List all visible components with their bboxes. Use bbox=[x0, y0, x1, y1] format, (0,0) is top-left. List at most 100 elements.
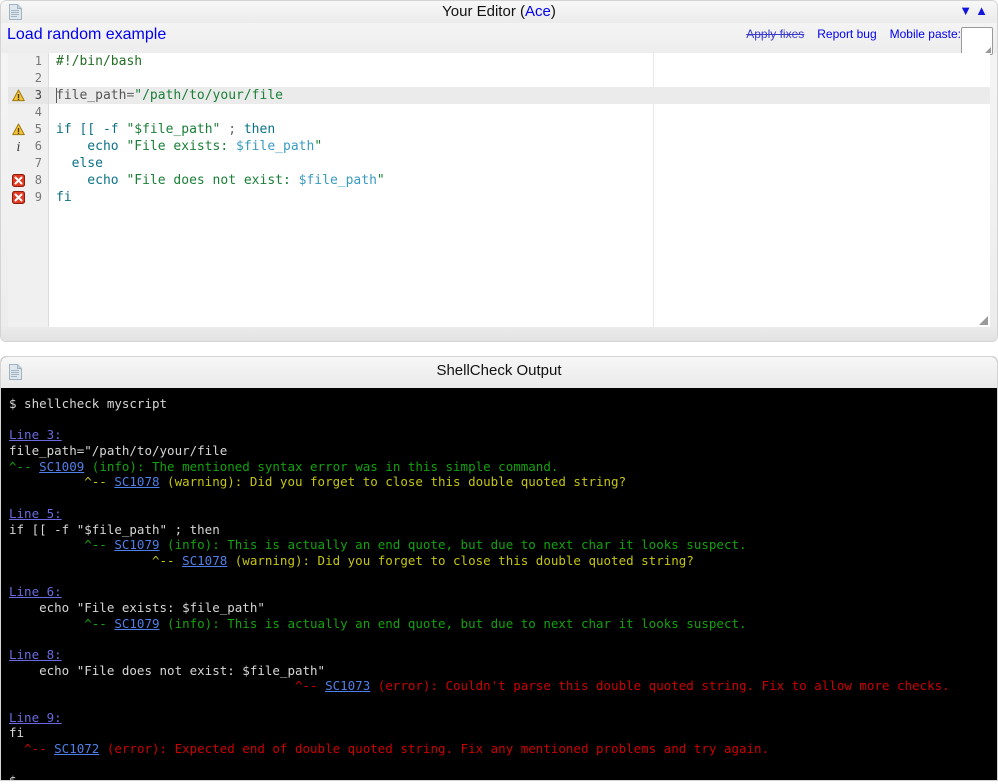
terminal-line bbox=[9, 757, 997, 773]
code-token: #!/bin/bash bbox=[56, 54, 142, 69]
shellcheck-code-link[interactable]: SC1078 bbox=[182, 553, 227, 568]
svg-text:i: i bbox=[17, 140, 21, 153]
panel-spacer bbox=[0, 342, 998, 356]
code-line[interactable] bbox=[49, 104, 990, 121]
window-controls: ▼▲ bbox=[959, 3, 991, 19]
terminal-line: file_path="/path/to/your/file bbox=[9, 443, 997, 459]
code-token: -f bbox=[103, 122, 126, 137]
warning-icon[interactable] bbox=[12, 89, 25, 102]
code-line[interactable]: echo "File exists: $file_path" bbox=[49, 138, 990, 155]
output-title: ShellCheck Output bbox=[1, 362, 997, 379]
terminal-line: Line 6: bbox=[9, 584, 997, 600]
terminal-text: fi bbox=[9, 725, 24, 740]
line-number: 8 bbox=[35, 173, 42, 187]
terminal-line: $ shellcheck myscript bbox=[9, 396, 997, 412]
ace-editor[interactable]: 12345▼i6789 #!/bin/bashfile_path="/path/… bbox=[8, 53, 990, 327]
editor-code-area[interactable]: #!/bin/bash file_path="/path/to/your/file… bbox=[49, 53, 990, 327]
terminal-text: echo "File does not exist: $file_path" bbox=[9, 663, 325, 678]
code-line[interactable]: echo "File does not exist: $file_path" bbox=[49, 172, 990, 189]
code-line[interactable]: #!/bin/bash bbox=[49, 53, 990, 70]
code-token: if bbox=[56, 122, 79, 137]
code-line[interactable]: file_path="/path/to/your/file bbox=[49, 87, 990, 104]
code-token: $file_path bbox=[236, 139, 314, 154]
code-line[interactable]: if [[ -f "$file_path" ; then bbox=[49, 121, 990, 138]
editor-resize-handle[interactable] bbox=[979, 316, 988, 325]
code-token: [[ bbox=[79, 122, 102, 137]
terminal-text: ^-- bbox=[9, 678, 325, 693]
editor-panel-footer bbox=[1, 327, 997, 341]
terminal-text: if [[ -f "$file_path" ; then bbox=[9, 522, 220, 537]
terminal-text: file_path="/path/to/your/file bbox=[9, 443, 227, 458]
code-line[interactable]: fi bbox=[49, 189, 990, 206]
shellcheck-code-link[interactable]: SC1009 bbox=[39, 459, 84, 474]
toolbar-right-group: Apply fixes Report bug Mobile paste: bbox=[746, 27, 993, 55]
terminal-text: ^-- bbox=[9, 553, 182, 568]
terminal-text: echo "File exists: $file_path" bbox=[9, 600, 265, 615]
code-line[interactable] bbox=[49, 70, 990, 87]
code-token: fi bbox=[56, 190, 72, 205]
output-panel: ShellCheck Output $ shellcheck myscript L… bbox=[0, 356, 998, 781]
code-token: $file_path bbox=[299, 173, 377, 188]
line-number: 2 bbox=[35, 71, 42, 85]
info-icon[interactable]: i bbox=[12, 140, 25, 153]
terminal-line bbox=[9, 694, 997, 710]
code-token: file_path bbox=[56, 88, 126, 103]
gutter-row[interactable]: 9 bbox=[8, 189, 48, 206]
error-icon[interactable] bbox=[12, 191, 25, 204]
shellcheck-code-link[interactable]: SC1079 bbox=[114, 616, 159, 631]
terminal-line: ^-- SC1072 (error): Expected end of doub… bbox=[9, 741, 997, 757]
terminal-text: (warning): Did you forget to close this … bbox=[227, 553, 694, 568]
gutter-row[interactable]: 8 bbox=[8, 172, 48, 189]
terminal-line bbox=[9, 569, 997, 585]
gutter-row[interactable]: 1 bbox=[8, 53, 48, 70]
code-token: " bbox=[377, 173, 385, 188]
warning-icon[interactable] bbox=[12, 123, 25, 136]
terminal-line: ^-- SC1078 (warning): Did you forget to … bbox=[9, 553, 997, 569]
shellcheck-code-link[interactable]: SC1078 bbox=[114, 474, 159, 489]
source-line-label[interactable]: Line 8: bbox=[9, 647, 62, 662]
terminal-text: (error): Couldn't parse this double quot… bbox=[370, 678, 949, 693]
terminal-line: Line 9: bbox=[9, 710, 997, 726]
text-cursor bbox=[56, 88, 57, 103]
code-token: "$file_path" bbox=[126, 122, 228, 137]
gutter-row[interactable]: 7 bbox=[8, 155, 48, 172]
collapse-down-icon[interactable]: ▼ bbox=[959, 3, 975, 18]
code-line[interactable]: else bbox=[49, 155, 990, 172]
terminal-line: if [[ -f "$file_path" ; then bbox=[9, 522, 997, 538]
gutter-row[interactable]: i6 bbox=[8, 138, 48, 155]
terminal-line: echo "File exists: $file_path" bbox=[9, 600, 997, 616]
code-token: " bbox=[314, 139, 322, 154]
code-token: "/path/to/your/file bbox=[134, 88, 283, 103]
apply-fixes-link[interactable]: Apply fixes bbox=[746, 27, 804, 41]
source-line-label[interactable]: Line 5: bbox=[9, 506, 62, 521]
gutter-row[interactable]: 5▼ bbox=[8, 121, 48, 138]
terminal-text: $ shellcheck myscript bbox=[9, 396, 167, 411]
terminal-text: (info): This is actually an end quote, b… bbox=[160, 537, 747, 552]
line-number: 6 bbox=[35, 139, 42, 153]
terminal-text: ^-- bbox=[9, 741, 54, 756]
editor-gutter[interactable]: 12345▼i6789 bbox=[8, 53, 49, 327]
terminal-line: Line 3: bbox=[9, 427, 997, 443]
shellcheck-code-link[interactable]: SC1072 bbox=[54, 741, 99, 756]
ace-link[interactable]: Ace bbox=[525, 3, 551, 20]
code-token: ; bbox=[228, 122, 244, 137]
load-random-example-link[interactable]: Load random example bbox=[7, 26, 166, 44]
code-token: "File exists: bbox=[126, 139, 236, 154]
source-line-label[interactable]: Line 3: bbox=[9, 427, 62, 442]
shellcheck-code-link[interactable]: SC1079 bbox=[114, 537, 159, 552]
gutter-row[interactable]: 4 bbox=[8, 104, 48, 121]
source-line-label[interactable]: Line 9: bbox=[9, 710, 62, 725]
gutter-row[interactable]: 2 bbox=[8, 70, 48, 87]
source-line-label[interactable]: Line 6: bbox=[9, 584, 62, 599]
mobile-paste-input[interactable] bbox=[961, 27, 993, 55]
editor-title: Your Editor (Ace) bbox=[1, 2, 997, 22]
terminal-text: ^-- bbox=[9, 616, 114, 631]
gutter-row[interactable]: 3 bbox=[8, 87, 48, 104]
line-number: 5 bbox=[35, 122, 42, 136]
shellcheck-code-link[interactable]: SC1073 bbox=[325, 678, 370, 693]
error-icon[interactable] bbox=[12, 174, 25, 187]
terminal-line: ^-- SC1079 (info): This is actually an e… bbox=[9, 537, 997, 553]
report-bug-link[interactable]: Report bug bbox=[817, 27, 876, 41]
code-token: else bbox=[56, 156, 103, 171]
collapse-up-icon[interactable]: ▲ bbox=[975, 3, 991, 18]
